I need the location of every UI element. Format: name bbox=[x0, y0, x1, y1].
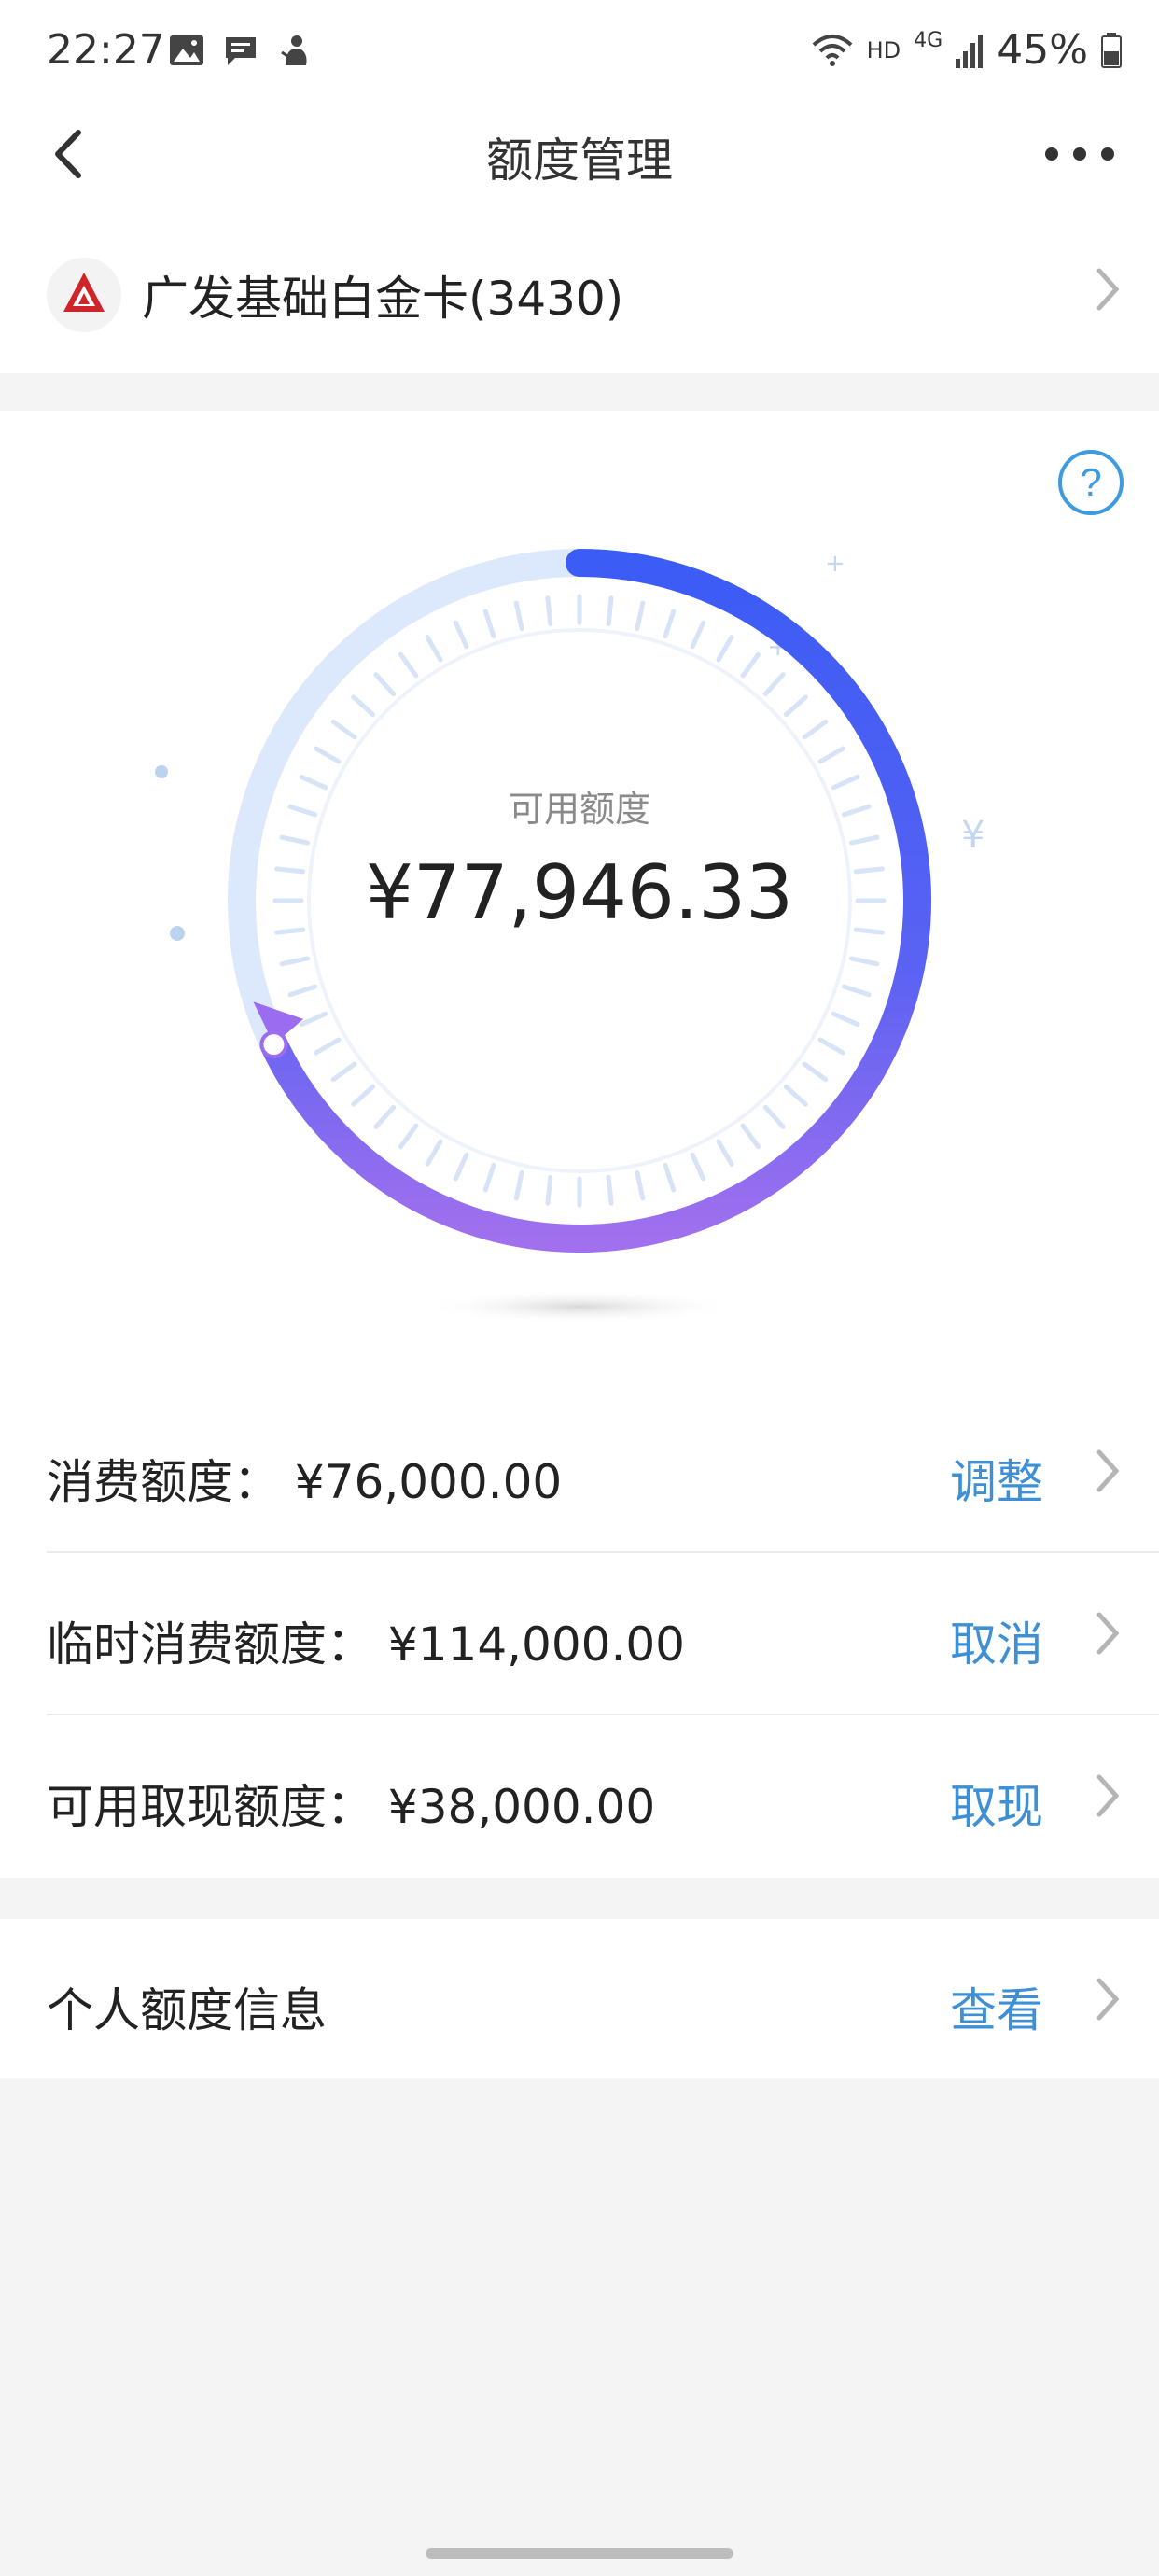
gauge-tick bbox=[453, 1152, 469, 1182]
decor-dot bbox=[155, 765, 168, 778]
battery-percent: 45% bbox=[997, 26, 1088, 74]
gauge-tick bbox=[783, 694, 808, 718]
gauge-shadow bbox=[421, 1290, 738, 1323]
page-title: 额度管理 bbox=[486, 133, 673, 188]
gauge-tick bbox=[545, 1174, 553, 1206]
gauge-tick bbox=[373, 1104, 397, 1129]
cash-limit-text: 可用取现额度： ¥38,000.00 bbox=[47, 1780, 656, 1834]
credit-limits-list: 消费额度： ¥76,000.00 调整 临时消费额度： ¥114,000.00 … bbox=[0, 1391, 1159, 1878]
gauge-tick bbox=[690, 1152, 706, 1182]
network-label: HD bbox=[866, 36, 901, 63]
gauge-tick bbox=[453, 620, 469, 650]
gauge-tick bbox=[762, 1104, 786, 1129]
signal-icon bbox=[956, 34, 984, 68]
status-icons-left bbox=[168, 32, 314, 69]
gauge-tick bbox=[513, 1169, 524, 1201]
cancel-link[interactable]: 取消 bbox=[950, 1607, 1043, 1674]
gauge-tick bbox=[740, 651, 761, 679]
gauge-tick bbox=[398, 651, 419, 679]
wifi-icon bbox=[812, 34, 852, 66]
gauge-tick bbox=[279, 956, 311, 967]
temporary-limit-text: 临时消费额度： ¥114,000.00 bbox=[47, 1617, 685, 1672]
gauge-tick bbox=[373, 672, 397, 697]
status-icons-right: HD 4G 45% bbox=[811, 26, 1122, 74]
bank-logo-icon bbox=[47, 258, 121, 332]
card-name: 广发基础白金卡(3430) bbox=[142, 272, 624, 326]
gauge-tick bbox=[716, 635, 734, 663]
home-indicator[interactable] bbox=[426, 2548, 733, 2559]
gauge-tick bbox=[351, 1084, 376, 1107]
chevron-right-icon bbox=[1096, 1612, 1120, 1655]
adjust-link[interactable]: 调整 bbox=[950, 1445, 1043, 1512]
gauge-tick bbox=[663, 1162, 677, 1193]
gauge-tick bbox=[762, 672, 786, 697]
status-time: 22:27 bbox=[47, 26, 165, 74]
gauge-tick bbox=[287, 984, 318, 998]
battery-icon bbox=[1101, 32, 1122, 68]
gauge-tick bbox=[330, 1061, 357, 1083]
chevron-right-icon bbox=[1096, 1774, 1120, 1817]
gauge-tick bbox=[831, 1011, 860, 1028]
gauge-end-knob bbox=[259, 1030, 288, 1059]
gauge-tick bbox=[606, 595, 614, 627]
temporary-limit-row[interactable]: 临时消费额度： ¥114,000.00 取消 bbox=[0, 1553, 1159, 1714]
signal-type: 4G bbox=[914, 29, 943, 52]
gauge-tick bbox=[299, 1011, 328, 1028]
gauge-tick bbox=[635, 1169, 646, 1201]
chevron-right-icon bbox=[1096, 268, 1120, 311]
gauge-tick bbox=[783, 1084, 808, 1107]
gauge-tick bbox=[635, 600, 646, 632]
gauge-tick bbox=[848, 956, 880, 967]
gauge-tick bbox=[351, 694, 376, 718]
gauge-tick bbox=[802, 1061, 829, 1083]
personal-limit-info-row[interactable]: 个人额度信息 查看 bbox=[0, 1919, 1159, 2078]
withdraw-link[interactable]: 取现 bbox=[950, 1770, 1043, 1837]
available-credit-amount: ¥77,946.33 bbox=[365, 849, 794, 936]
consumption-limit-row[interactable]: 消费额度： ¥76,000.00 调整 bbox=[0, 1391, 1159, 1551]
chevron-right-icon bbox=[1096, 1449, 1120, 1492]
cash-limit-row[interactable]: 可用取现额度： ¥38,000.00 取现 bbox=[0, 1715, 1159, 1876]
gauge-tick bbox=[802, 719, 829, 740]
gauge-tick bbox=[482, 609, 496, 639]
card-selector[interactable]: 广发基础白金卡(3430) bbox=[0, 205, 1159, 373]
message-icon bbox=[226, 37, 256, 65]
gauge-tick bbox=[545, 595, 553, 627]
more-icon[interactable] bbox=[1038, 121, 1122, 187]
available-credit-gauge: ? + + ¥ 可用额度 ¥77,946.33 bbox=[0, 411, 1159, 1391]
gauge-tick bbox=[817, 1037, 845, 1056]
gauge-tick bbox=[314, 1037, 342, 1056]
image-icon bbox=[170, 35, 203, 65]
notification-icon bbox=[281, 35, 307, 65]
gauge-tick bbox=[716, 1139, 734, 1167]
gauge-tick bbox=[513, 600, 524, 632]
available-credit-label: 可用额度 bbox=[508, 789, 650, 830]
gauge-tick bbox=[841, 984, 872, 998]
decor-sparkle: + bbox=[825, 550, 845, 578]
gauge-tick bbox=[314, 746, 342, 764]
consumption-limit-text: 消费额度： ¥76,000.00 bbox=[47, 1455, 563, 1509]
gauge-tick bbox=[330, 719, 357, 740]
gauge-tick bbox=[690, 620, 706, 650]
gauge-tick bbox=[279, 834, 311, 846]
gauge-tick bbox=[606, 1174, 614, 1206]
gauge-tick bbox=[740, 1123, 761, 1150]
gauge-tick bbox=[848, 834, 880, 846]
gauge-tick bbox=[663, 609, 677, 639]
personal-limit-label: 个人额度信息 bbox=[47, 1983, 327, 2037]
view-link[interactable]: 查看 bbox=[950, 1973, 1043, 2040]
chevron-right-icon bbox=[1096, 1978, 1120, 2021]
gauge-tick bbox=[817, 746, 845, 764]
status-bar: 22:27 HD 4G 45% bbox=[0, 0, 1159, 103]
nav-bar: 额度管理 bbox=[0, 103, 1159, 205]
gauge-tick bbox=[398, 1123, 419, 1150]
gauge-tick bbox=[425, 635, 443, 663]
gauge-tick bbox=[425, 1139, 443, 1167]
gauge-tick bbox=[482, 1162, 496, 1193]
